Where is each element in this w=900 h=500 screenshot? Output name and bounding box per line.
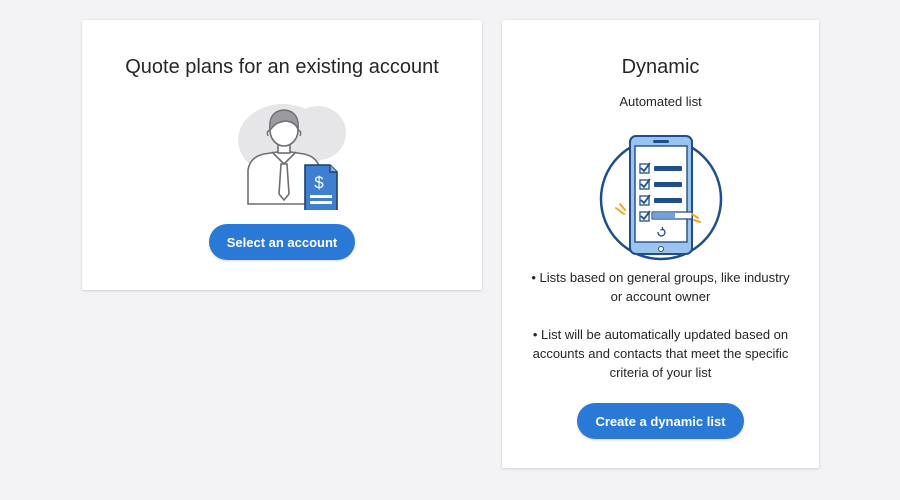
create-dynamic-list-button[interactable]: Create a dynamic list — [577, 403, 744, 439]
svg-text:$: $ — [314, 173, 324, 192]
bullet-auto-updated: • List will be automatically updated bas… — [532, 327, 789, 380]
dynamic-list-card: Dynamic Automated list • Lists based on … — [502, 20, 819, 468]
select-account-button[interactable]: Select an account — [209, 224, 355, 260]
existing-account-title: Quote plans for an existing account — [125, 56, 439, 78]
dynamic-subtitle: Automated list — [619, 94, 702, 109]
bullet-general-groups: • Lists based on general groups, like in… — [531, 270, 790, 304]
dynamic-description: • Lists based on general groups, like in… — [524, 268, 797, 401]
person-with-invoice-icon: $ — [238, 104, 346, 210]
phone-checklist-icon — [599, 135, 723, 261]
dynamic-title: Dynamic — [621, 56, 700, 78]
existing-account-card: Quote plans for an existing account $ Se… — [82, 20, 482, 290]
